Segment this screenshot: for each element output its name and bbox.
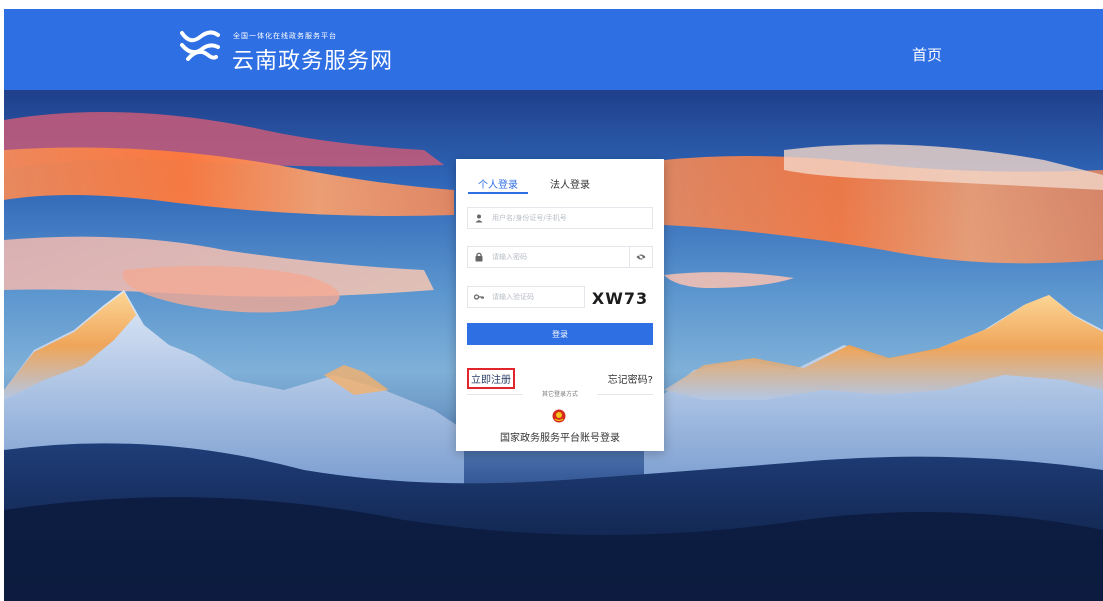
page-frame: 全国一体化在线政务服务平台 云南政务服务网 首页 个人登录 法人登录 用户名/身… (4, 9, 1103, 601)
other-login-divider: 其它登录方式 (467, 389, 653, 399)
lock-icon (468, 247, 490, 267)
password-field (467, 246, 653, 268)
login-button[interactable]: 登录 (467, 323, 653, 345)
register-link[interactable]: 立即注册 (467, 368, 515, 389)
captcha-field (467, 286, 585, 308)
site-title[interactable]: 云南政务服务网 (232, 43, 393, 75)
eye-icon[interactable] (629, 247, 652, 267)
national-platform-login-link[interactable]: 国家政务服务平台账号登录 (456, 429, 664, 444)
login-tabs: 个人登录 法人登录 (456, 159, 664, 199)
captcha-image[interactable]: XW73 (588, 287, 652, 309)
active-tab-indicator (468, 192, 528, 194)
key-icon (468, 287, 490, 307)
tab-legal-login[interactable]: 法人登录 (550, 176, 590, 191)
login-card: 个人登录 法人登录 XW73 登录 立即注册 (456, 159, 664, 451)
username-input[interactable] (492, 211, 642, 225)
national-emblem-icon[interactable] (552, 409, 566, 423)
tab-personal-login[interactable]: 个人登录 (478, 176, 518, 191)
username-field (467, 207, 653, 229)
user-icon (468, 208, 490, 228)
platform-slogan: 全国一体化在线政务服务平台 (233, 32, 337, 40)
wave-logo-icon[interactable] (178, 25, 222, 69)
captcha-input[interactable] (492, 290, 580, 304)
divider-line-right (597, 394, 653, 395)
top-header: 全国一体化在线政务服务平台 云南政务服务网 首页 (4, 9, 1103, 90)
password-input[interactable] (492, 250, 622, 264)
forgot-password-link[interactable]: 忘记密码? (608, 371, 653, 386)
nav-home-link[interactable]: 首页 (912, 44, 942, 65)
